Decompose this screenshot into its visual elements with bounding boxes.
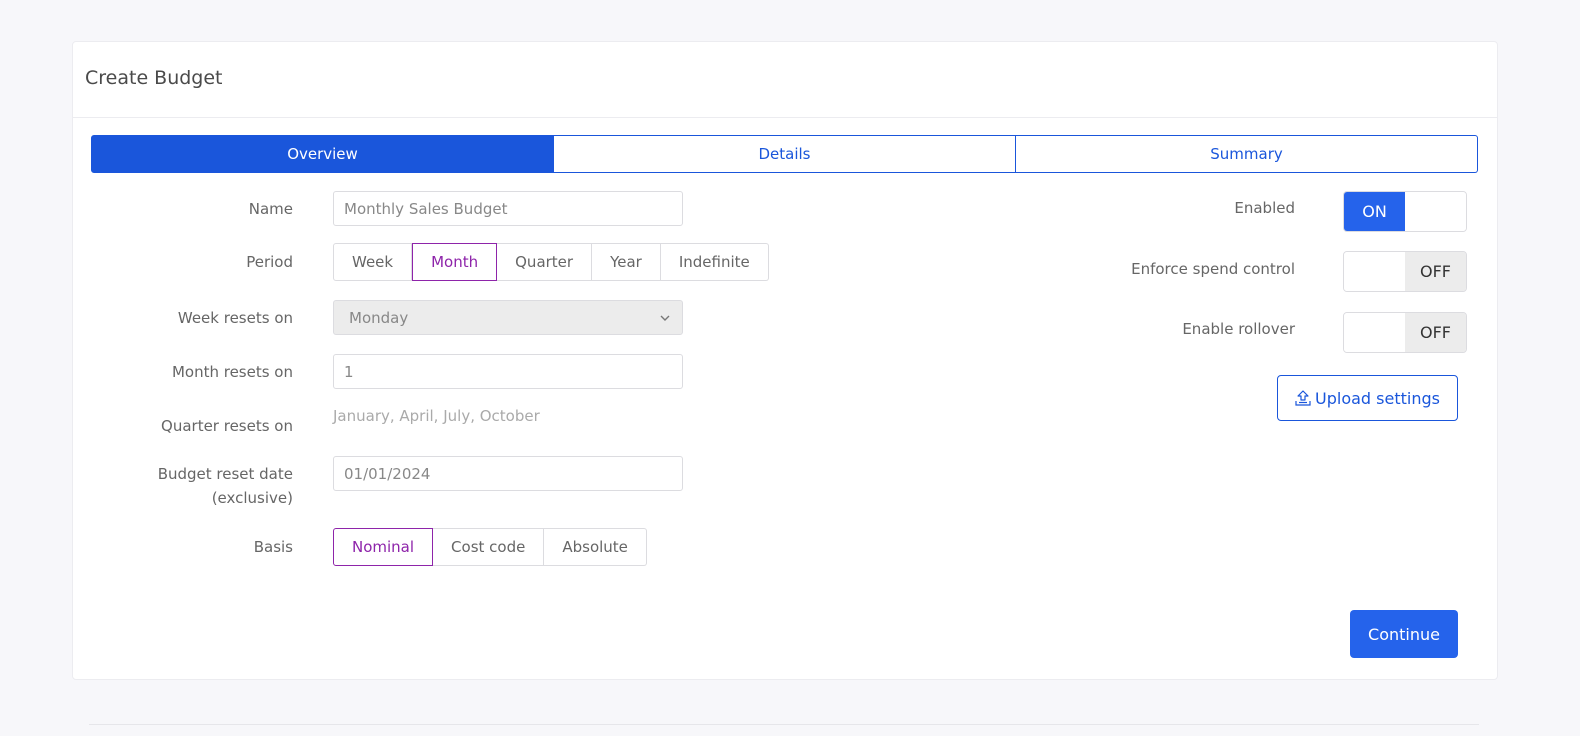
name-label: Name [248,200,293,218]
period-segmented-control: Week Month Quarter Year Indefinite [333,243,769,281]
enabled-toggle-state: ON [1344,192,1405,231]
basis-absolute-button[interactable]: Absolute [544,528,647,566]
week-resets-select[interactable]: Monday [333,300,683,335]
budget-reset-date-input[interactable]: 01/01/2024 [333,456,683,491]
step-tabs: Overview Details Summary [91,135,1478,173]
month-resets-input[interactable]: 1 [333,354,683,389]
basis-nominal-button[interactable]: Nominal [333,528,434,566]
quarter-resets-value: January, April, July, October [333,407,540,425]
month-resets-label: Month resets on [171,363,293,381]
upload-icon [1295,390,1311,406]
basis-label: Basis [253,538,293,556]
card-header: Create Budget [73,42,1497,118]
enforce-spend-control-label: Enforce spend control [1131,260,1295,278]
continue-button[interactable]: Continue [1350,610,1458,658]
budget-reset-date-label-line1: Budget reset date [157,465,293,483]
budget-reset-date-value: 01/01/2024 [344,464,431,483]
period-indefinite-button[interactable]: Indefinite [660,243,769,281]
enable-rollover-toggle[interactable]: OFF [1343,312,1467,353]
upload-settings-button[interactable]: Upload settings [1277,375,1458,421]
enabled-toggle[interactable]: ON [1343,191,1467,232]
page-title: Create Budget [85,67,223,89]
week-resets-label: Week resets on [177,309,293,327]
enforce-spend-control-toggle[interactable]: OFF [1343,251,1467,292]
create-budget-card: Create Budget Overview Details Summary N… [72,41,1498,680]
enabled-label: Enabled [1234,199,1295,217]
tab-overview[interactable]: Overview [91,135,554,173]
period-quarter-button[interactable]: Quarter [497,243,593,281]
tab-details[interactable]: Details [554,135,1016,173]
toggle-track [1344,252,1405,291]
enable-rollover-label: Enable rollover [1182,320,1295,338]
name-input[interactable]: Monthly Sales Budget [333,191,683,226]
quarter-resets-label: Quarter resets on [161,417,293,435]
budget-reset-date-label: Budget reset date (exclusive) [87,462,293,510]
enable-rollover-state: OFF [1405,313,1466,352]
month-resets-value: 1 [344,362,354,381]
period-label: Period [246,253,293,271]
budget-reset-date-label-line2: (exclusive) [211,489,293,507]
week-resets-value: Monday [349,308,409,327]
period-week-button[interactable]: Week [333,243,413,281]
chevron-down-icon [660,315,670,321]
toggle-track [1344,313,1405,352]
enforce-spend-control-state: OFF [1405,252,1466,291]
toggle-track [1405,192,1466,231]
footer-divider [89,724,1479,725]
period-year-button[interactable]: Year [592,243,661,281]
tab-summary[interactable]: Summary [1016,135,1478,173]
basis-cost-code-button[interactable]: Cost code [433,528,545,566]
basis-segmented-control: Nominal Cost code Absolute [333,528,647,566]
name-input-value: Monthly Sales Budget [344,199,508,218]
period-month-button[interactable]: Month [412,243,498,281]
upload-settings-label: Upload settings [1315,388,1440,408]
